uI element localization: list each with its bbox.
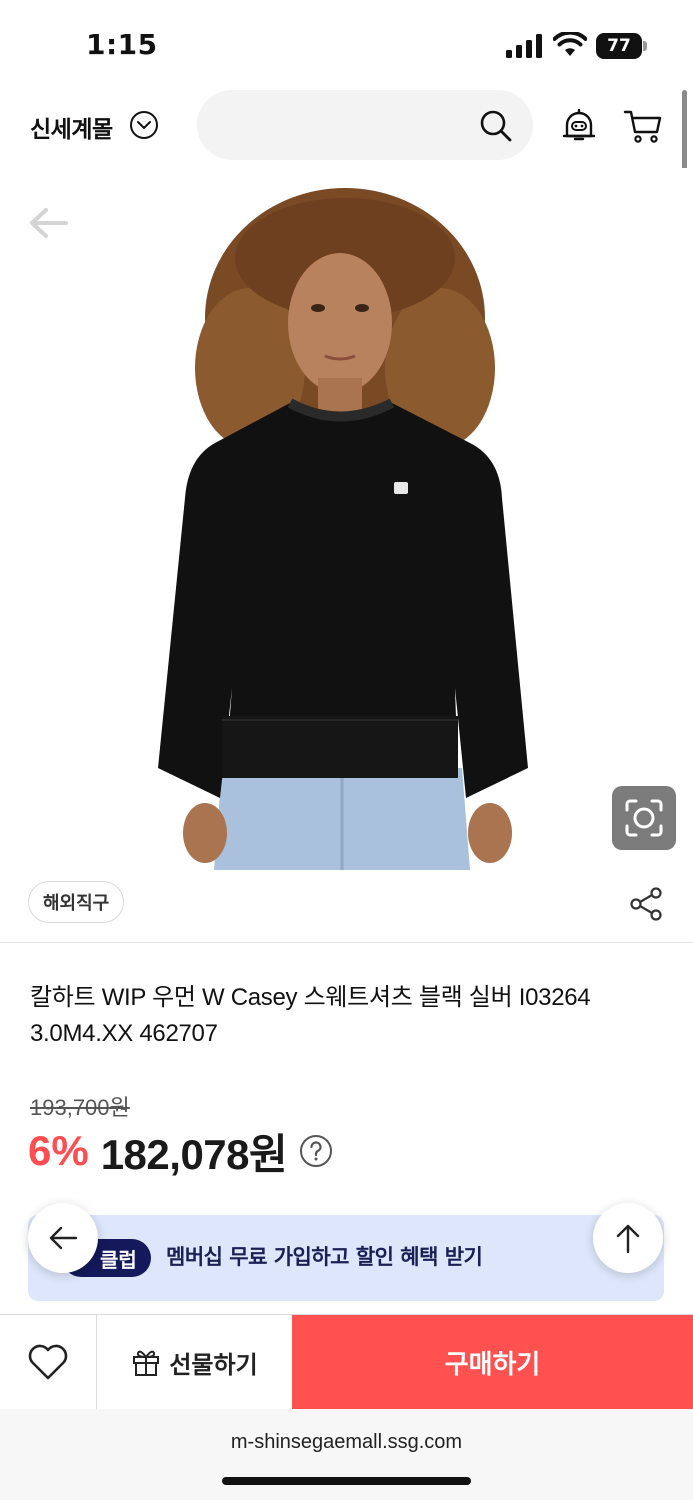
wishlist-button[interactable]: [0, 1315, 97, 1409]
carhartt-logo-icon: [394, 482, 408, 494]
gift-button[interactable]: 선물하기: [97, 1315, 292, 1409]
arrow-left-icon: [49, 1226, 78, 1250]
product-title: 칼하트 WIP 우먼 W Casey 스웨트셔츠 블랙 실버 I03264 3.…: [30, 984, 591, 1047]
divider: [0, 942, 693, 943]
overseas-direct-badge: 해외직구: [28, 881, 125, 923]
battery-level: 77: [596, 33, 642, 59]
back-arrow-icon[interactable]: [26, 200, 72, 246]
bell-icon[interactable]: [561, 108, 597, 144]
search-input[interactable]: [221, 90, 461, 160]
help-icon[interactable]: [299, 1134, 333, 1168]
mall-name[interactable]: 신세계몰: [30, 110, 113, 144]
buy-button[interactable]: 구매하기: [292, 1315, 693, 1409]
share-icon[interactable]: [628, 886, 664, 922]
discount-rate: 6%: [28, 1127, 89, 1174]
wifi-icon: [553, 32, 587, 56]
camera-lens-icon: [625, 799, 663, 837]
signal-icon: [506, 34, 542, 58]
status-bar: 1:15 77: [0, 0, 693, 90]
membership-text: 멤버십 무료 가입하고 할인 혜택 받기: [166, 1245, 483, 1269]
home-indicator[interactable]: [222, 1477, 471, 1485]
browser-url-bar[interactable]: m-shinsegaemall.ssg.com: [0, 1409, 693, 1500]
search-box[interactable]: [197, 90, 533, 160]
sale-price: 182,078원: [100, 1130, 288, 1178]
membership-banner[interactable]: 클럽 멤버십 무료 가입하고 할인 혜택 받기: [28, 1215, 664, 1301]
chevron-down-icon[interactable]: [129, 110, 159, 140]
buy-button-label: 구매하기: [444, 1349, 541, 1380]
previous-page-button[interactable]: [28, 1203, 98, 1273]
image-search-button[interactable]: [612, 786, 676, 850]
search-icon[interactable]: [479, 109, 513, 143]
action-bar: 선물하기 구매하기: [0, 1314, 693, 1409]
club-badge-label: 클럽: [100, 1247, 137, 1272]
product-photo: [158, 188, 528, 870]
header: 신세계몰: [0, 88, 693, 164]
product-image[interactable]: [0, 168, 693, 870]
original-price: 193,700원: [30, 1095, 130, 1120]
scroll-top-button[interactable]: [593, 1203, 663, 1273]
cart-icon[interactable]: [623, 108, 663, 144]
battery-icon: 77: [596, 33, 648, 59]
url-text[interactable]: m-shinsegaemall.ssg.com: [0, 1431, 693, 1454]
arrow-up-icon: [616, 1224, 640, 1254]
heart-icon: [28, 1344, 68, 1380]
status-time: 1:15: [86, 28, 158, 61]
gift-button-label: 선물하기: [169, 1350, 258, 1379]
price-row: 6% 182,078원: [28, 1122, 333, 1180]
gift-icon: [133, 1350, 160, 1376]
